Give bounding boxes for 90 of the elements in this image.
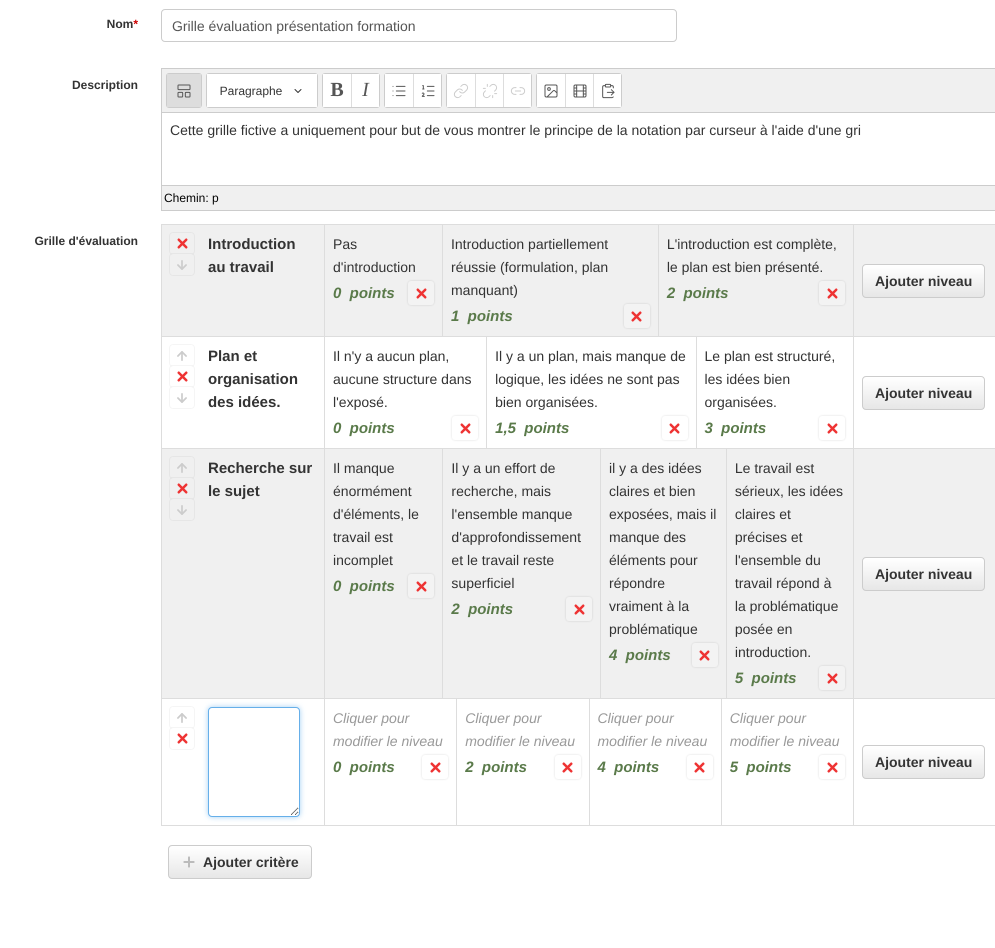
delete-button[interactable] [692,643,718,667]
add-level-button[interactable]: Ajouter niveau [862,264,986,298]
close-icon [572,602,586,616]
level-points: 5 points [734,668,797,688]
level-points: 0 points [333,418,395,438]
delete-button[interactable] [819,281,845,305]
level-definition[interactable]: Il y a un effort de recherche, mais l'ensemble manque d'approfondissement et le travail reste superficiel [451,457,592,595]
numbered-list-icon [420,82,436,98]
close-icon [560,760,575,774]
arrow-up-icon [175,710,189,724]
delete-button[interactable] [819,416,845,440]
close-icon [458,420,473,436]
level-points: 1 points [451,306,513,326]
level-definition[interactable]: Il manque énormément d'éléments, le travail est incomplet [333,457,434,572]
criterion-title: Introduction au travail [208,235,296,278]
level-definition[interactable]: Il n'y a aucun plan, aucune structure dans l'exposé. [333,345,478,414]
delete-button[interactable] [566,597,592,621]
close-icon [667,420,682,436]
level-points: 1,5 points [495,418,570,438]
add-level-button[interactable]: Ajouter niveau [862,376,986,410]
field-label: Description [70,77,138,92]
delete-button[interactable] [170,728,194,749]
link-icon [453,82,469,98]
close-icon [174,481,190,496]
close-icon [414,286,428,300]
delete-button[interactable] [819,666,845,690]
delete-button[interactable] [408,574,434,598]
add-criterion-button[interactable]: Ajouter critère [168,845,312,879]
close-icon [174,731,190,746]
field-label: Grille d'évaluation [33,233,138,248]
level-definition[interactable]: L'introduction est complète, le plan est bien présenté. [666,233,845,279]
unlink-icon [482,82,498,98]
level-points: 3 points [704,418,766,438]
italic-button[interactable]: I [351,74,379,107]
delete-button[interactable] [452,416,478,440]
clipboard-button[interactable] [593,74,621,107]
level-points: 0 points [333,758,395,778]
level-definition[interactable]: Pas d'introduction [333,233,434,279]
close-icon [697,648,712,662]
close-icon [414,578,429,594]
close-icon [174,369,190,384]
level-points: 4 points [609,646,671,666]
criterion-title: Recherche sur le sujet [208,459,314,502]
close-icon [692,760,708,774]
close-icon [824,760,840,774]
level-definition[interactable]: Il y a un plan, mais manque de logique, les idées ne sont pas bien organisées. [495,345,688,414]
criterion-field[interactable] [208,707,300,817]
arrow-down-icon [175,502,189,516]
delete-button[interactable] [554,755,580,779]
numbered-list-button[interactable] [413,74,441,107]
format-select[interactable]: Paragraphe [207,74,317,107]
delete-button[interactable] [408,281,434,305]
level-points: 2 points [666,284,728,304]
level-definition[interactable]: Le plan est structuré, les idées bien organisées. [704,345,845,414]
delete-button[interactable] [819,755,845,779]
level-points: 5 points [730,758,792,778]
level-points: 0 points [333,576,395,596]
add-level-button[interactable]: Ajouter niveau [862,745,986,779]
delete-button[interactable] [170,233,194,254]
level-definition[interactable]: Le travail est sérieux, les idées claires et précises et l'ensemble du travail répond à la problématique posée en introduction. [734,457,845,664]
close-icon [824,286,840,300]
close-icon [824,670,840,686]
level-points: 2 points [451,600,514,620]
criterion-title: Plan et organisation des idées. [208,347,300,413]
close-icon [629,308,644,324]
level-definition[interactable]: Introduction partiellement réussie (formulation, plan manquant) [451,233,650,302]
delete-button[interactable] [422,755,448,779]
add-level-button[interactable]: Ajouter niveau [862,556,986,590]
delete-button[interactable] [170,366,194,387]
level-points: 2 points [465,758,527,778]
toolbar-toggle-button[interactable] [167,74,201,107]
toolbar-toggle-icon [176,82,192,98]
image-icon [543,82,559,98]
close-icon [174,236,190,251]
name-field[interactable]: Grille évaluation présentation formation [161,9,677,42]
close-icon [428,760,443,774]
delete-button[interactable] [170,478,194,499]
delete-button[interactable] [686,755,713,779]
delete-button[interactable] [662,416,688,440]
film-icon [572,82,588,98]
field-label: Nom* [106,16,138,31]
path-bar: Chemin: p [162,185,995,210]
level-definition[interactable]: il y a des idées claires et bien exposées, mais il manque des éléments pour répondre vraiment à la problématique [609,457,718,641]
close-icon [824,420,840,436]
delete-button[interactable] [624,304,650,328]
level-points: 0 points [333,284,395,304]
clipboard-icon [600,82,616,98]
editor-text[interactable]: Cette grille fictive a uniquement pour but de vous montrer le principe de la notation par curseur à l'aide d'une gri [162,113,995,185]
plus-icon [181,854,197,870]
level-points: 4 points [598,758,660,778]
